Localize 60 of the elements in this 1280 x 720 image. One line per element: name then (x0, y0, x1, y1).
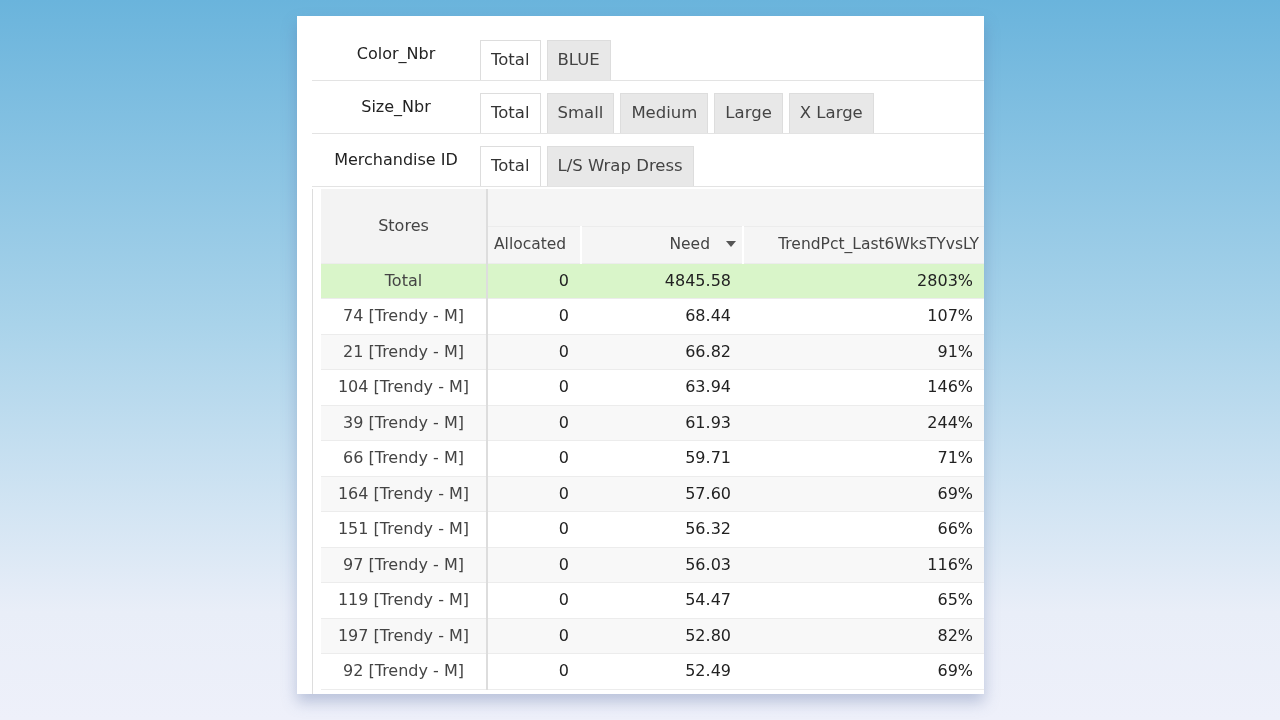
filter-tab[interactable]: Medium (620, 92, 709, 133)
table-cell: 68.44 (581, 298, 743, 334)
table-cell: 52.80 (581, 618, 743, 654)
filter-tab[interactable]: Total (480, 92, 541, 133)
table-cell: 0 (487, 440, 581, 476)
table-cell: 66% (743, 511, 984, 547)
table-cell: 0 (487, 511, 581, 547)
sort-caret-icon (726, 241, 736, 248)
column-header[interactable]: Need (581, 226, 743, 263)
table-cell: 0 (487, 334, 581, 370)
column-header: Stores (321, 189, 487, 263)
filter-tab[interactable]: Total (480, 145, 541, 186)
table-cell: 0 (487, 263, 581, 299)
table-cell: 146% (743, 369, 984, 405)
table-cell: 2803% (743, 263, 984, 299)
table-cell: 57.60 (581, 476, 743, 512)
table-cell: 52.49 (581, 653, 743, 689)
filter-tab[interactable]: Small (546, 92, 615, 133)
row-header: 39 [Trendy - M] (321, 405, 487, 441)
row-header: 21 [Trendy - M] (321, 334, 487, 370)
filter-label: Color_Nbr (355, 43, 437, 65)
table-cell: 56.03 (581, 547, 743, 583)
table-cell: 0 (487, 618, 581, 654)
row-header: 197 [Trendy - M] (321, 618, 487, 654)
row-header: 164 [Trendy - M] (321, 476, 487, 512)
row-header: Total (321, 263, 487, 299)
column-header[interactable]: Allocated (487, 226, 581, 263)
table-cell: 63.94 (581, 369, 743, 405)
filter-tab[interactable]: BLUE (546, 39, 611, 80)
table-cell: 116% (743, 547, 984, 583)
table-cell: 66.82 (581, 334, 743, 370)
filter-label: Size_Nbr (360, 96, 432, 118)
table-cell: 91% (743, 334, 984, 370)
table-cell: 59.71 (581, 440, 743, 476)
table-cell: 0 (487, 298, 581, 334)
filter-tab[interactable]: Large (714, 92, 783, 133)
table-cell: 0 (487, 547, 581, 583)
table-cell: 56.32 (581, 511, 743, 547)
filter-tab[interactable]: X Large (788, 92, 874, 133)
table-cell: 69% (743, 476, 984, 512)
table-cell: 244% (743, 405, 984, 441)
table-cell: 0 (487, 582, 581, 618)
column-header[interactable]: TrendPct_Last6WksTYvsLY (743, 226, 984, 263)
filter-tab[interactable]: L/S Wrap Dress (546, 145, 694, 186)
table-cell: 0 (487, 653, 581, 689)
row-header: 97 [Trendy - M] (321, 547, 487, 583)
table-cell: 0 (487, 405, 581, 441)
table-cell: 82% (743, 618, 984, 654)
table-cell: 54.47 (581, 582, 743, 618)
table-cell: 71% (743, 440, 984, 476)
filter-tab[interactable]: Total (480, 39, 541, 80)
table-cell: 4845.58 (581, 263, 743, 299)
table-cell: 0 (487, 476, 581, 512)
row-header: 92 [Trendy - M] (321, 653, 487, 689)
table-cell: 69% (743, 653, 984, 689)
filter-label: Merchandise ID (333, 149, 459, 171)
table-cell: 0 (487, 369, 581, 405)
table-cell: 107% (743, 298, 984, 334)
table-cell: 61.93 (581, 405, 743, 441)
table-cell: 65% (743, 582, 984, 618)
